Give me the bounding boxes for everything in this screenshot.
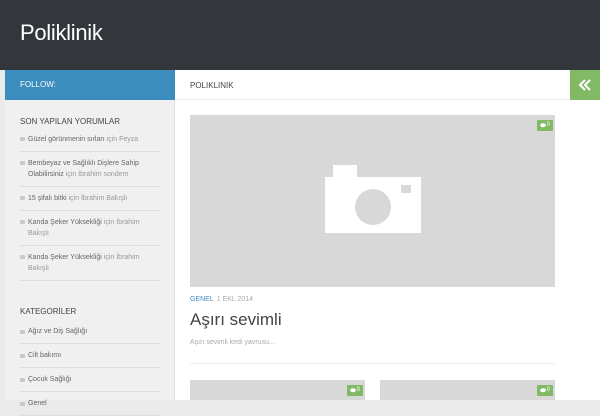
category-label[interactable]: Ağız ve Diş Sağlığı [28, 328, 87, 335]
camera-icon [325, 165, 421, 233]
comment-bubble-icon [20, 137, 25, 141]
categories-list: Ağız ve Diş Sağlığı Cilt bakımı Çocuk Sa… [20, 320, 160, 416]
featured-post-image[interactable]: 0 [190, 115, 555, 287]
comment-joiner: için [68, 195, 79, 202]
sidebar: FOLLOW: SON YAPILAN YORUMLAR Güzel görün… [5, 70, 175, 416]
recent-comment-item: 15 şifalı bitki için İbrahim Bakışlı [20, 187, 160, 211]
breadcrumb: POLIKLINIK [190, 81, 234, 90]
category-item[interactable]: Ağız ve Diş Sağlığı [20, 320, 160, 344]
comment-count: 0 [546, 122, 550, 128]
main-content: POLIKLINIK 0 GENEL 1 EKL 2014 Aşırı sevi… [175, 70, 600, 400]
comment-bubble-icon [20, 220, 25, 224]
grid-post-image[interactable]: 0 [380, 380, 555, 400]
follow-bar: FOLLOW: [5, 70, 175, 100]
category-bullet-icon [20, 330, 25, 334]
double-chevron-left-icon [578, 79, 591, 91]
recent-comment-item: Kanda Şeker Yüksekliği için İbrahim Bakı… [20, 211, 160, 246]
category-bullet-icon [20, 354, 25, 358]
comment-author-link[interactable]: 15 şifalı bitki [28, 195, 67, 202]
comment-bubble-icon [539, 123, 546, 128]
category-item[interactable]: Cilt bakımı [20, 344, 160, 368]
category-label[interactable]: Genel [28, 400, 47, 407]
comment-post-link[interactable]: İbrahim sondem [78, 171, 128, 178]
post-meta: GENEL 1 EKL 2014 [190, 296, 253, 303]
comment-bubble-icon [20, 255, 25, 259]
comment-count: 0 [546, 387, 550, 393]
category-label[interactable]: Çocuk Sağlığı [28, 376, 72, 383]
grid-post-image[interactable]: 0 [190, 380, 365, 400]
recent-comment-item: Kanda Şeker Yüksekliği için İbrahim Bakı… [20, 246, 160, 281]
category-item[interactable]: Genel [20, 392, 160, 416]
recent-comments-title: SON YAPILAN YORUMLAR [20, 117, 121, 126]
category-label[interactable]: Cilt bakımı [28, 352, 61, 359]
comment-count-badge[interactable]: 0 [346, 385, 363, 396]
comment-author-link[interactable]: Kanda Şeker Yüksekliği [28, 254, 102, 261]
site-header: Poliklinik [0, 0, 600, 70]
comment-joiner: için [103, 254, 115, 261]
recent-comment-item: Güzel görünmenin sırları için Feyza [20, 128, 160, 152]
comment-author-link[interactable]: Kanda Şeker Yüksekliği [28, 219, 102, 226]
comment-post-link[interactable]: İbrahim Bakışlı [81, 195, 127, 202]
sidebar-toggle-button[interactable] [570, 70, 600, 100]
comment-post-link[interactable]: Feyza [119, 136, 138, 143]
comment-joiner: için [65, 171, 77, 178]
post-divider [190, 363, 555, 364]
category-bullet-icon [20, 402, 25, 406]
comment-count: 0 [356, 387, 360, 393]
comment-author-link[interactable]: Güzel görünmenin sırları [28, 136, 105, 143]
page-wrapper: FOLLOW: SON YAPILAN YORUMLAR Güzel görün… [5, 70, 600, 416]
post-category-link[interactable]: GENEL [190, 296, 214, 303]
recent-comments-list: Güzel görünmenin sırları için Feyza Bemb… [20, 128, 160, 281]
recent-comment-item: Bembeyaz ve Sağlıklı Dişlere Sahip Olabi… [20, 152, 160, 187]
comment-joiner: için [103, 219, 115, 226]
post-title[interactable]: Aşırı sevimli [190, 310, 282, 330]
comment-bubble-icon [539, 388, 546, 393]
post-date: 1 EKL 2014 [216, 296, 254, 303]
categories-title: KATEGORİLER [20, 307, 77, 316]
category-item[interactable]: Çocuk Sağlığı [20, 368, 160, 392]
comment-joiner: için [106, 136, 118, 143]
comment-count-badge[interactable]: 0 [536, 385, 553, 396]
comment-bubble-icon [20, 161, 25, 165]
comment-bubble-icon [20, 196, 25, 200]
comment-count-badge[interactable]: 0 [536, 120, 553, 131]
post-excerpt: Aşırı sevimli kedi yavrusu... [190, 339, 275, 346]
comment-bubble-icon [349, 388, 356, 393]
site-title[interactable]: Poliklinik [20, 20, 103, 46]
content-topbar: POLIKLINIK [175, 70, 600, 100]
category-bullet-icon [20, 378, 25, 382]
